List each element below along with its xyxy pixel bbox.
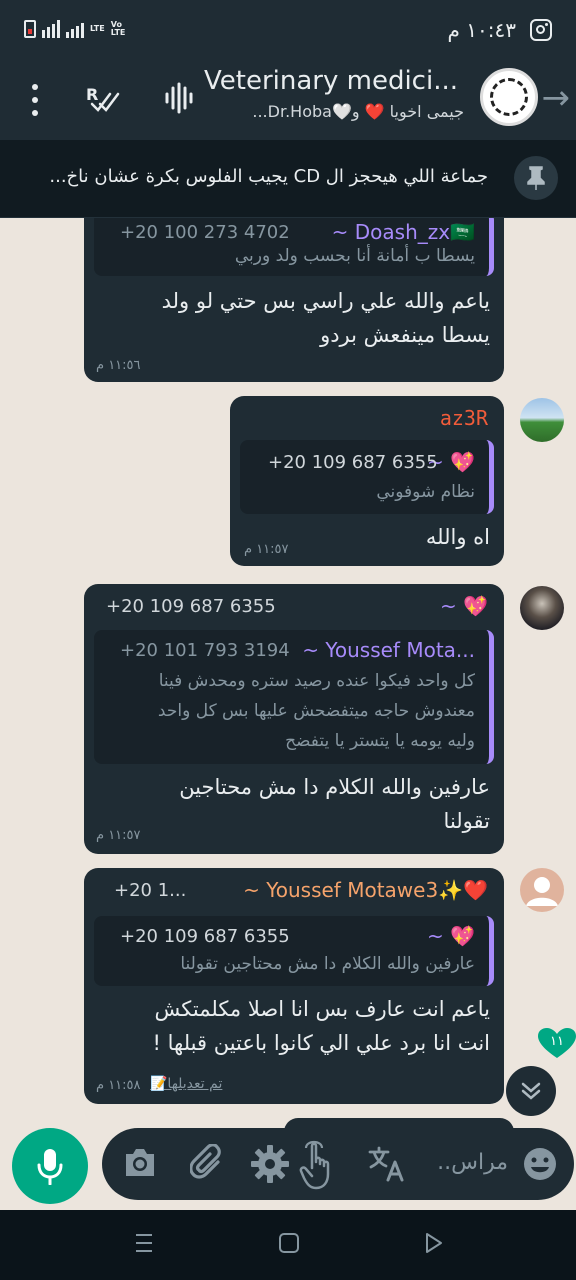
translate-icon[interactable] [368,1144,406,1182]
status-left: LTE Vo LTE [24,20,129,38]
recent-apps-icon[interactable] [134,1232,154,1254]
message-line: تقولنا [443,809,490,833]
status-right: ١٠:٤٣ م [448,18,552,42]
touch-hand-icon[interactable] [298,1138,344,1192]
quoted-line: معندوش حاجه ميتفضحش عليها بس كل واحد [157,701,475,721]
unread-count: ١١ [550,1034,564,1049]
quoted-text: نظام شوفوني [376,482,475,502]
message-time: ١١:٥٨ م [96,1078,141,1093]
pinned-message-text: جماعة اللي هيحجز ال CD يجيب الفلوس بكرة … [49,166,488,187]
chat-header: R Veterinary medici... جيمى اخويا ❤️ و🤍D… [0,60,576,140]
group-title[interactable]: Veterinary medici... [204,66,464,96]
quoted-text: يسطا ب أمانة أنا بحسب ولد وربي [234,246,475,266]
quoted-text: عارفين والله الكلام دا مش محتاجين تقولنا [180,954,475,974]
group-avatar[interactable] [480,68,538,126]
instagram-notification-icon [530,19,552,41]
attach-icon[interactable] [190,1144,226,1182]
group-members[interactable]: جيمى اخويا ❤️ و🤍Dr.Hoba... [204,102,464,121]
quoted-message[interactable]: ~ 💖 +20 109 687 6355 نظام شوفوني [240,440,494,514]
quoted-sender-phone: +20 101 793 3194 [120,640,290,661]
quoted-line: كل واحد فيكوا عنده رصيد ستره ومحدش فينا [158,671,475,691]
quoted-sender-name: ~ Doash_zx🇸🇦 [331,220,475,244]
sim-card-icon [24,20,36,38]
emoji-icon[interactable] [522,1146,558,1182]
sender-name[interactable]: ~ Youssef Motawe3✨❤️ [243,878,488,902]
message-text: ياعم انت عارف بس انا اصلا مكلمتكش انت ان… [94,992,490,1060]
message-bubble[interactable]: ~ 💖 +20 109 687 6355 ~ Youssef Mota... +… [84,584,504,854]
avatar[interactable] [520,398,564,442]
scroll-to-bottom-button[interactable] [506,1066,556,1116]
message-text: عارفين والله الكلام دا مش محتاجين تقولنا [94,770,490,838]
network-type-label: LTE [90,24,105,33]
quoted-sender-name: ~ Youssef Mota... [302,638,475,662]
sender-phone: +20 109 687 6355 [106,596,276,617]
message-line: ياعم والله علي راسي بس حتي لو ولد [161,289,490,313]
status-bar: LTE Vo LTE ١٠:٤٣ م [0,0,576,60]
voice-chat-icon[interactable] [164,82,194,114]
message-bubble[interactable]: ~ Doash_zx🇸🇦 +20 100 273 4702 يسطا ب أما… [84,218,504,382]
sender-phone: +20 1... [114,880,187,901]
home-icon[interactable] [278,1232,300,1254]
voice-record-button[interactable] [12,1128,88,1204]
sender-name[interactable]: ~ 💖 [440,594,488,618]
message-line: انت انا برد علي الي كانوا باعتين قبلها ! [152,1031,490,1055]
edited-label: تم تعديلها📝 [150,1076,223,1092]
settings-gear-icon[interactable] [250,1144,290,1184]
quoted-sender-phone: +20 109 687 6355 [120,926,290,947]
message-text: ياعم والله علي راسي بس حتي لو ولد يسطا م… [94,284,490,352]
quoted-message[interactable]: ~ Doash_zx🇸🇦 +20 100 273 4702 يسطا ب أما… [94,218,494,276]
system-navigation-bar [0,1210,576,1280]
quoted-line: وليه يومه يا يتستر يا يتفضح [285,731,475,751]
pin-icon [514,156,558,200]
avatar[interactable] [520,586,564,630]
quoted-sender-phone: +20 109 687 6355 [268,452,438,473]
back-icon[interactable] [424,1232,444,1254]
message-time: ١١:٥٧ م [96,828,141,843]
sender-name[interactable]: az3R [440,406,488,430]
message-time: ١١:٥٦ م [96,358,141,373]
microphone-icon [37,1149,63,1185]
svg-text:R: R [86,85,98,104]
volte-label: Vo LTE [110,20,126,37]
mark-read-icon[interactable]: R [86,82,120,112]
quoted-sender-phone: +20 100 273 4702 [120,222,290,243]
message-composer[interactable]: مراس.. [102,1128,574,1200]
quoted-message[interactable]: ~ 💖 +20 109 687 6355 عارفين والله الكلام… [94,916,494,986]
pinned-message-bar[interactable]: جماعة اللي هيحجز ال CD يجيب الفلوس بكرة … [0,140,576,218]
message-line: يسطا مينفعش بردو [320,323,490,347]
message-bubble[interactable]: az3R ~ 💖 +20 109 687 6355 نظام شوفوني اه… [230,396,504,566]
message-line: ياعم انت عارف بس انا اصلا مكلمتكش [154,997,490,1021]
message-time: ١١:٥٧ م [244,542,289,557]
message-line: عارفين والله الكلام دا مش محتاجين [179,775,490,799]
quoted-text: كل واحد فيكوا عنده رصيد ستره ومحدش فينا … [95,666,475,756]
unread-count-badge[interactable]: ١١ [538,1028,576,1060]
back-arrow-icon[interactable]: → [542,78,571,118]
quoted-message[interactable]: ~ Youssef Mota... +20 101 793 3194 كل وا… [94,630,494,764]
clock: ١٠:٤٣ م [447,18,516,42]
message-bubble[interactable]: ~ Youssef Motawe3✨❤️ +20 1... ~ 💖 +20 10… [84,868,504,1104]
camera-icon[interactable] [122,1146,158,1180]
chat-area[interactable]: ~ Doash_zx🇸🇦 +20 100 273 4702 يسطا ب أما… [0,218,576,1210]
signal-strength-icon [42,20,60,38]
quoted-sender-name: ~ 💖 [426,924,475,948]
message-input[interactable]: مراس.. [418,1150,508,1175]
more-options-icon[interactable] [22,82,48,118]
avatar[interactable] [520,868,564,912]
signal-strength-icon-2 [66,20,84,38]
